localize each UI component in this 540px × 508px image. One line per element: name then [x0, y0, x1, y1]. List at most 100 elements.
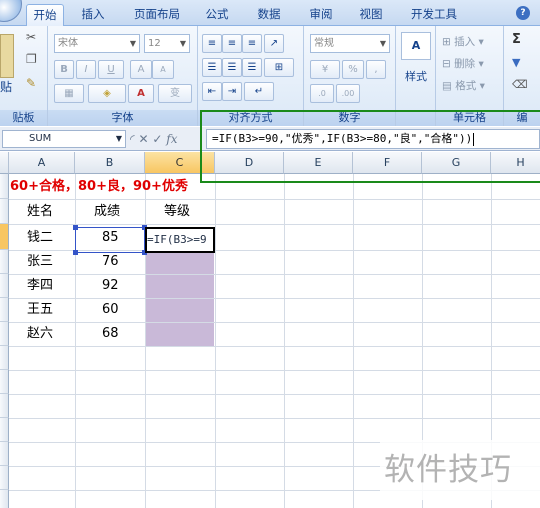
group-clipboard: 贴 ✂ ❐ ✎ 贴板: [0, 26, 48, 126]
name-cell[interactable]: 钱二: [27, 226, 53, 250]
row-header[interactable]: [0, 370, 9, 394]
group-label-font: 字体: [48, 110, 197, 126]
grid-line: [9, 370, 540, 371]
score-cell[interactable]: 68: [102, 322, 119, 346]
help-icon[interactable]: ?: [516, 6, 530, 20]
comma-button[interactable]: ,: [366, 60, 386, 79]
formula-controls: ◜ ✕ ✓ fx: [130, 130, 204, 148]
row-header[interactable]: [0, 250, 9, 274]
row-header[interactable]: [0, 442, 9, 466]
styles-icon[interactable]: A: [401, 32, 431, 60]
name-box[interactable]: SUM ▼: [2, 130, 126, 148]
cancel-icon[interactable]: ✕: [138, 132, 148, 146]
tab-developer[interactable]: 开发工具: [404, 4, 464, 26]
insert-function-icon[interactable]: fx: [166, 132, 177, 146]
tab-review[interactable]: 审阅: [304, 4, 338, 26]
fill-color-button[interactable]: ◈: [88, 84, 126, 103]
grid-line: [9, 298, 540, 299]
tab-view[interactable]: 视图: [354, 4, 388, 26]
paste-icon[interactable]: [0, 34, 14, 78]
increase-decimal-icon[interactable]: .0: [310, 84, 334, 103]
decrease-indent-icon[interactable]: ⇤: [202, 82, 222, 101]
align-bottom-icon[interactable]: ≡: [242, 34, 262, 53]
clear-icon[interactable]: ⌫: [512, 78, 528, 91]
row-header[interactable]: [0, 274, 9, 298]
tab-insert[interactable]: 插入: [76, 4, 110, 26]
row-header[interactable]: [0, 466, 9, 490]
ribbon-tab-bar: 开始 插入 页面布局 公式 数据 审阅 视图 开发工具 ?: [0, 0, 540, 27]
cut-icon[interactable]: ✂: [26, 30, 36, 44]
percent-button[interactable]: %: [342, 60, 364, 79]
font-name-select[interactable]: 宋体 ▼: [54, 34, 140, 53]
column-header-a[interactable]: A: [9, 152, 75, 174]
range-handle[interactable]: [73, 225, 78, 230]
merge-center-icon[interactable]: ⊞: [264, 58, 294, 77]
office-button[interactable]: [0, 0, 22, 22]
tab-home[interactable]: 开始: [26, 4, 64, 27]
currency-icon[interactable]: ¥: [310, 60, 340, 79]
row-header[interactable]: [0, 298, 9, 322]
grid-line: [9, 199, 540, 200]
increase-indent-icon[interactable]: ⇥: [222, 82, 242, 101]
styles-button[interactable]: 样式: [398, 68, 434, 84]
group-label-clipboard: 贴板: [0, 110, 47, 126]
shrink-font-button[interactable]: A: [152, 60, 174, 79]
align-top-icon[interactable]: ≡: [202, 34, 222, 53]
name-cell[interactable]: 李四: [27, 274, 53, 298]
decrease-decimal-icon[interactable]: .00: [336, 84, 360, 103]
grow-font-button[interactable]: A: [130, 60, 152, 79]
header-grade-cell[interactable]: 等级: [164, 200, 190, 224]
tab-formulas[interactable]: 公式: [200, 4, 234, 26]
font-color-button[interactable]: A: [128, 84, 154, 103]
name-cell[interactable]: 张三: [27, 250, 53, 274]
wen-button[interactable]: 变: [158, 84, 192, 103]
delete-cells-button[interactable]: ⊟ 删除 ▾: [442, 56, 484, 71]
grid-line: [9, 346, 540, 347]
border-button[interactable]: ▦: [54, 84, 84, 103]
circle-icon: ◜: [130, 132, 135, 146]
align-right-icon[interactable]: ☰: [242, 58, 262, 77]
select-all-corner[interactable]: [0, 152, 9, 174]
align-left-icon[interactable]: ☰: [202, 58, 222, 77]
row-header[interactable]: [0, 418, 9, 442]
row-header[interactable]: [0, 174, 9, 199]
row-header[interactable]: [0, 322, 9, 346]
name-cell[interactable]: 王五: [27, 298, 53, 322]
orientation-icon[interactable]: ↗: [264, 34, 284, 53]
tab-data[interactable]: 数据: [252, 4, 286, 26]
font-size-select[interactable]: 12 ▼: [144, 34, 190, 53]
row-header-selected[interactable]: [0, 224, 9, 250]
grid-line: [9, 224, 540, 225]
referenced-cell-b3: [73, 225, 147, 255]
range-handle[interactable]: [73, 250, 78, 255]
row-header[interactable]: [0, 346, 9, 370]
tab-page-layout[interactable]: 页面布局: [126, 4, 188, 26]
bold-button[interactable]: B: [54, 60, 74, 79]
column-header-b[interactable]: B: [75, 152, 145, 174]
active-cell-c3[interactable]: =IF(B3>=9: [145, 227, 215, 253]
align-middle-icon[interactable]: ≡: [222, 34, 242, 53]
insert-cells-button[interactable]: ⊞ 插入 ▾: [442, 34, 484, 49]
grid-line: [9, 418, 540, 419]
row-header[interactable]: [0, 199, 9, 224]
score-cell[interactable]: 60: [102, 298, 119, 322]
autosum-button[interactable]: Σ: [512, 32, 521, 47]
row-header[interactable]: [0, 394, 9, 418]
name-cell[interactable]: 赵六: [27, 322, 53, 346]
header-score-cell[interactable]: 成绩: [94, 200, 120, 224]
number-format-select[interactable]: 常规 ▼: [310, 34, 390, 53]
wrap-text-icon[interactable]: ↵: [244, 82, 274, 101]
enter-icon[interactable]: ✓: [152, 132, 162, 146]
format-cells-button[interactable]: ▤ 格式 ▾: [442, 78, 485, 93]
score-cell[interactable]: 92: [102, 274, 119, 298]
score-cell[interactable]: 76: [102, 250, 119, 274]
fill-icon[interactable]: ▼: [512, 56, 520, 69]
italic-button[interactable]: I: [76, 60, 96, 79]
copy-icon[interactable]: ❐: [26, 52, 37, 66]
header-name-cell[interactable]: 姓名: [27, 200, 53, 224]
align-center-icon[interactable]: ☰: [222, 58, 242, 77]
row-header[interactable]: [0, 490, 9, 508]
underline-button[interactable]: U: [98, 60, 124, 79]
format-painter-icon[interactable]: ✎: [26, 76, 36, 90]
sheet-title-cell[interactable]: 60+合格，80+良，90+优秀: [10, 175, 188, 199]
